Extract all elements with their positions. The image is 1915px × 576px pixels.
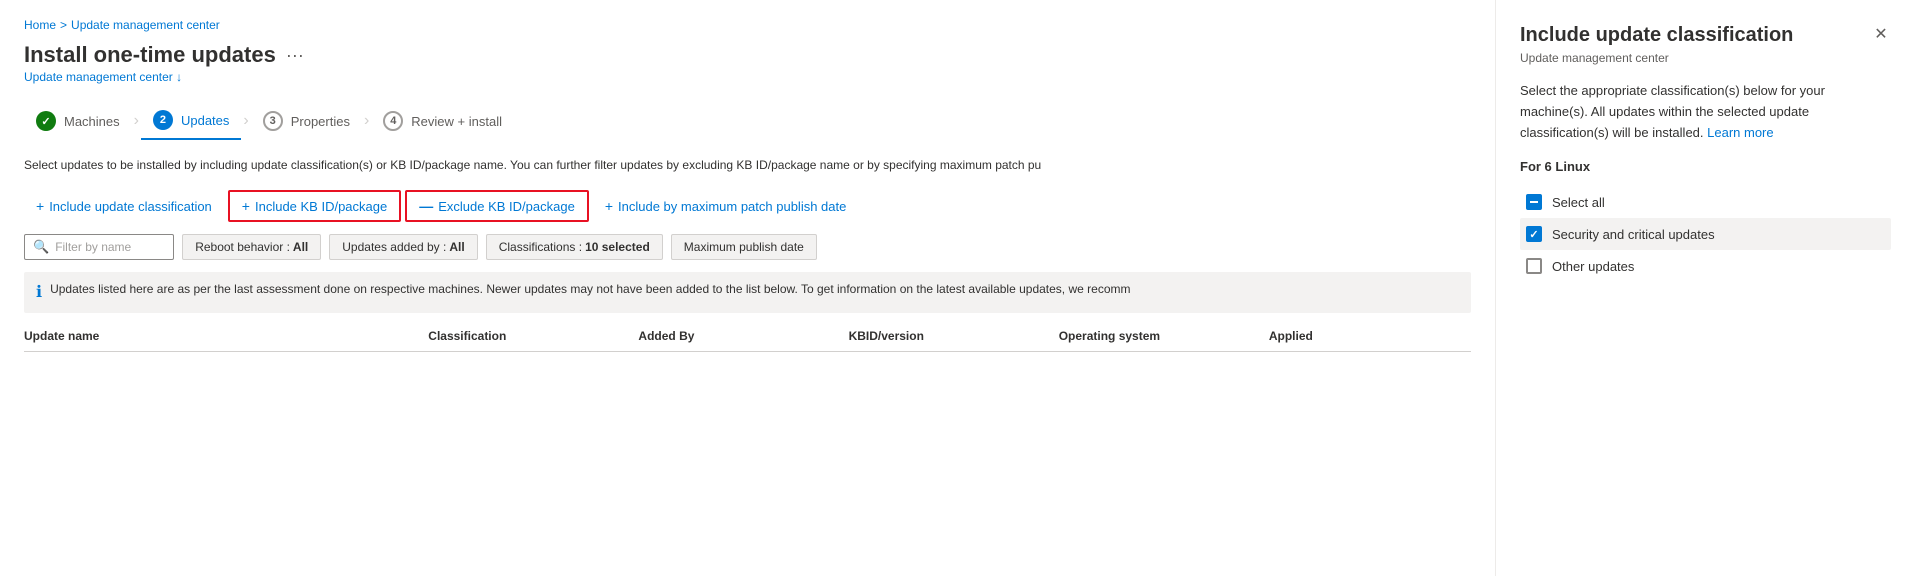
- checkbox-other-updates-label: Other updates: [1552, 259, 1634, 274]
- right-panel: ✕ Include update classification Update m…: [1495, 0, 1915, 576]
- checkbox-select-all-label: Select all: [1552, 195, 1605, 210]
- checkbox-security-critical-box: ✓: [1526, 226, 1542, 242]
- breadcrumb: Home > Update management center: [24, 18, 1471, 32]
- info-banner: ℹ Updates listed here are as per the las…: [24, 272, 1471, 313]
- col-classification: Classification: [420, 329, 630, 343]
- col-applied: Applied: [1261, 329, 1471, 343]
- checkbox-security-critical-label: Security and critical updates: [1552, 227, 1715, 242]
- info-text: Select updates to be installed by includ…: [24, 156, 1471, 174]
- include-date-label: Include by maximum patch publish date: [618, 199, 846, 214]
- minus-icon: —: [419, 198, 433, 214]
- exclude-kb-btn[interactable]: — Exclude KB ID/package: [405, 190, 589, 222]
- step-properties-label: Properties: [291, 114, 350, 129]
- step-sep-2: ›: [241, 112, 250, 130]
- col-os: Operating system: [1051, 329, 1261, 343]
- updates-added-filter[interactable]: Updates added by : All: [329, 234, 477, 260]
- step-review-label: Review + install: [411, 114, 502, 129]
- plus-icon-3: +: [605, 198, 613, 214]
- page-title: Install one-time updates: [24, 42, 276, 68]
- step-updates-icon: 2: [153, 110, 173, 130]
- step-updates[interactable]: 2 Updates: [141, 102, 241, 140]
- learn-more-link[interactable]: Learn more: [1707, 125, 1773, 140]
- classifications-filter[interactable]: Classifications : 10 selected: [486, 234, 663, 260]
- table-header: Update name Classification Added By KBID…: [24, 329, 1471, 352]
- include-date-btn[interactable]: + Include by maximum patch publish date: [593, 192, 859, 220]
- indeterminate-icon: [1530, 201, 1538, 203]
- breadcrumb-home[interactable]: Home: [24, 18, 56, 32]
- filters-row: 🔍 Reboot behavior : All Updates added by…: [24, 234, 1471, 260]
- include-classification-btn[interactable]: + Include update classification: [24, 192, 224, 220]
- include-kb-btn[interactable]: + Include KB ID/package: [228, 190, 401, 222]
- main-content: Home > Update management center Install …: [0, 0, 1495, 576]
- panel-title: Include update classification: [1520, 24, 1891, 47]
- include-kb-label: Include KB ID/package: [255, 199, 387, 214]
- step-review-icon: 4: [383, 111, 403, 131]
- section-label: For 6 Linux: [1520, 159, 1891, 174]
- updates-added-label: Updates added by :: [342, 240, 446, 254]
- col-kbid: KBID/version: [841, 329, 1051, 343]
- reboot-filter-label: Reboot behavior :: [195, 240, 290, 254]
- info-banner-text: Updates listed here are as per the last …: [50, 280, 1130, 298]
- step-sep-1: ›: [132, 112, 141, 130]
- filter-search-box[interactable]: 🔍: [24, 234, 174, 260]
- step-review[interactable]: 4 Review + install: [371, 103, 514, 139]
- search-input[interactable]: [55, 240, 165, 254]
- checkbox-security-critical[interactable]: ✓ Security and critical updates: [1520, 218, 1891, 250]
- max-publish-filter[interactable]: Maximum publish date: [671, 234, 817, 260]
- col-added-by: Added By: [630, 329, 840, 343]
- step-sep-3: ›: [362, 112, 371, 130]
- close-icon: ✕: [1874, 24, 1887, 44]
- checkbox-select-all-box: [1526, 194, 1542, 210]
- checkbox-other-updates[interactable]: Other updates: [1520, 250, 1891, 282]
- panel-subtitle: Update management center: [1520, 51, 1891, 65]
- reboot-filter[interactable]: Reboot behavior : All: [182, 234, 321, 260]
- col-update-name: Update name: [24, 329, 420, 343]
- classifications-value: 10 selected: [585, 240, 650, 254]
- check-icon: ✓: [1529, 228, 1538, 241]
- step-machines-icon: ✓: [36, 111, 56, 131]
- panel-close-btn[interactable]: ✕: [1867, 20, 1895, 48]
- plus-icon-2: +: [242, 198, 250, 214]
- step-updates-label: Updates: [181, 113, 229, 128]
- breadcrumb-update-center[interactable]: Update management center: [71, 18, 220, 32]
- toolbar: + Include update classification + Includ…: [24, 190, 1471, 222]
- page-subtitle[interactable]: Update management center ↓: [24, 70, 1471, 84]
- breadcrumb-sep1: >: [60, 18, 67, 32]
- step-machines[interactable]: ✓ Machines: [24, 103, 132, 139]
- max-publish-label: Maximum publish date: [684, 240, 804, 254]
- step-machines-label: Machines: [64, 114, 120, 129]
- checkbox-other-updates-box: [1526, 258, 1542, 274]
- step-properties-icon: 3: [263, 111, 283, 131]
- classifications-label: Classifications :: [499, 240, 582, 254]
- include-classification-label: Include update classification: [49, 199, 212, 214]
- updates-added-value: All: [449, 240, 464, 254]
- page-title-row: Install one-time updates ···: [24, 42, 1471, 68]
- reboot-filter-value: All: [293, 240, 308, 254]
- plus-icon-1: +: [36, 198, 44, 214]
- page-menu-icon[interactable]: ···: [286, 45, 304, 66]
- search-icon: 🔍: [33, 239, 49, 255]
- info-icon: ℹ: [36, 281, 42, 305]
- panel-description: Select the appropriate classification(s)…: [1520, 81, 1891, 143]
- checkbox-select-all[interactable]: Select all: [1520, 186, 1891, 218]
- wizard-steps: ✓ Machines › 2 Updates › 3 Properties › …: [24, 102, 1471, 140]
- exclude-kb-label: Exclude KB ID/package: [438, 199, 575, 214]
- panel-desc-text: Select the appropriate classification(s)…: [1520, 83, 1825, 140]
- step-properties[interactable]: 3 Properties: [251, 103, 362, 139]
